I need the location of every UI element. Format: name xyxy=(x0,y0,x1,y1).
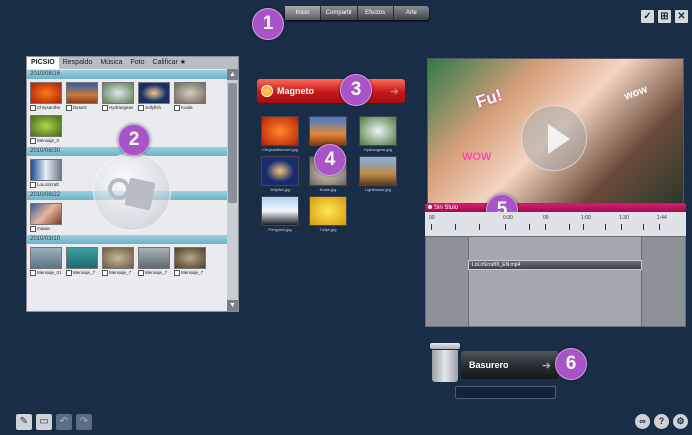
library-item[interactable]: Mensaje_7 xyxy=(138,247,170,276)
scrollbar-thumb[interactable] xyxy=(228,83,237,203)
library-item[interactable]: Jellyfish xyxy=(138,82,170,111)
chevron-down-icon[interactable]: ▼ xyxy=(227,300,238,311)
library-item[interactable]: Mensaje_7 xyxy=(174,247,206,276)
check-icon[interactable]: ✓ xyxy=(641,10,654,23)
callout-badge-3: 3 xyxy=(340,74,372,106)
preview-doodle: Fu! xyxy=(473,85,505,112)
style-dot-icon xyxy=(428,205,432,210)
library-item[interactable]: Mensaje_0 xyxy=(30,115,62,144)
style-bar[interactable]: Sin Stulo xyxy=(425,204,686,212)
tab-foto[interactable]: Foto xyxy=(127,57,149,69)
bottom-right-toolbar: ∞ ? ⚙ xyxy=(635,414,688,429)
grid-icon[interactable]: ⊞ xyxy=(658,10,671,23)
forward-icon[interactable]: ↷ xyxy=(76,414,92,430)
arrow-right-icon: ➜ xyxy=(541,359,551,372)
timeline-clip[interactable]: LoLoScraftX_EN.mp4 xyxy=(468,260,642,270)
magneto-label: Magneto xyxy=(277,86,314,96)
settings-icon[interactable]: ⚙ xyxy=(673,414,688,429)
bottom-left-toolbar: ✎ ▭ ↶ ↷ xyxy=(16,414,92,430)
tab-respaldo[interactable]: Respaldo xyxy=(59,57,97,69)
library-item[interactable]: LoLoScraft xyxy=(30,159,62,188)
help-icon[interactable]: ? xyxy=(654,414,669,429)
link-icon[interactable]: ∞ xyxy=(635,414,650,429)
magneto-item[interactable]: Lighthouse.jpg xyxy=(359,156,397,192)
magneto-item[interactable]: Hydrangeas.jpg xyxy=(359,116,397,152)
tab-musica[interactable]: Música xyxy=(96,57,126,69)
back-icon[interactable]: ↶ xyxy=(56,414,72,430)
window-controls: ✓ ⊞ ✕ xyxy=(641,10,688,23)
trash-button[interactable]: Basurero ➜ xyxy=(461,351,559,379)
ruler-label: 00 xyxy=(429,215,435,221)
callout-badge-2: 2 xyxy=(118,124,150,156)
ruler-label: 0:30 xyxy=(503,215,513,221)
undo-icon[interactable]: ✎ xyxy=(16,414,32,430)
library-item[interactable]: Chrysanthe xyxy=(30,82,62,111)
magneto-logo-icon xyxy=(261,85,273,97)
ruler-label: 1:44 xyxy=(657,215,667,221)
magneto-item[interactable]: Chrysanthemum.jpg xyxy=(261,116,299,152)
callout-badge-6: 6 xyxy=(555,348,587,380)
photo-album-icon xyxy=(93,153,171,231)
callout-badge-1: 1 xyxy=(252,8,284,40)
library-item[interactable]: Mensaje_01 xyxy=(30,247,62,276)
tab-calificar[interactable]: Calificar ★ xyxy=(149,57,191,69)
trash-status-field xyxy=(455,386,556,399)
preview-wow-text: WOW xyxy=(462,151,492,163)
timeline-lane xyxy=(468,237,642,326)
library-item[interactable]: Koala xyxy=(174,82,206,111)
chevron-up-icon[interactable]: ▲ xyxy=(227,69,238,80)
trash-can-icon[interactable] xyxy=(430,343,460,383)
library-item[interactable]: Hydrangeas xyxy=(102,82,134,111)
media-library-panel: PICSIO Respaldo Música Foto Calificar ★ … xyxy=(26,56,239,312)
magneto-item[interactable]: Jellyfish.jpg xyxy=(261,156,299,192)
timeline-track[interactable]: LoLoScraftX_EN.mp4 xyxy=(425,236,686,327)
tab-picsio[interactable]: PICSIO xyxy=(27,57,59,69)
magneto-button[interactable]: Magneto ➜ xyxy=(257,79,405,103)
date-group-header: 2010/03/10 xyxy=(27,235,227,244)
library-item[interactable]: Mensaje_7 xyxy=(102,247,134,276)
callout-badge-4: 4 xyxy=(314,144,346,176)
library-item[interactable]: maww xyxy=(30,203,62,232)
tab-efectos[interactable]: Efectos xyxy=(358,6,394,20)
timeline-ruler[interactable]: 00 0:30 00 1:00 1:30 1:44 xyxy=(425,212,686,236)
redo-icon[interactable]: ▭ xyxy=(36,414,52,430)
top-tab-bar: Inicio Compartir Efectos Arte xyxy=(285,6,429,20)
tab-compartir[interactable]: Compartir xyxy=(321,6,358,20)
style-label: Sin Stulo xyxy=(434,205,459,211)
preview-wow-text: wow xyxy=(622,83,650,103)
library-item[interactable]: Desert xyxy=(66,82,98,111)
library-item[interactable]: Mensaje_7 xyxy=(66,247,98,276)
ruler-label: 1:00 xyxy=(581,215,591,221)
magneto-item[interactable]: Penguins.jpg xyxy=(261,196,299,232)
magneto-item[interactable]: Tulips.jpg xyxy=(309,196,347,232)
ruler-label: 00 xyxy=(543,215,549,221)
video-preview[interactable]: Fu! WOW wow xyxy=(427,58,684,204)
play-icon[interactable] xyxy=(521,105,587,171)
library-scrollbar[interactable]: ▲ ▼ xyxy=(227,69,238,311)
close-icon[interactable]: ✕ xyxy=(675,10,688,23)
tab-arte[interactable]: Arte xyxy=(394,6,429,20)
tab-inicio[interactable]: Inicio xyxy=(285,6,322,20)
trash-label: Basurero xyxy=(469,360,509,370)
ruler-label: 1:30 xyxy=(619,215,629,221)
date-group-header: 2010/08/16 xyxy=(27,70,227,79)
arrow-right-icon: ➜ xyxy=(389,85,399,98)
library-tabs: PICSIO Respaldo Música Foto Calificar ★ xyxy=(27,57,238,69)
